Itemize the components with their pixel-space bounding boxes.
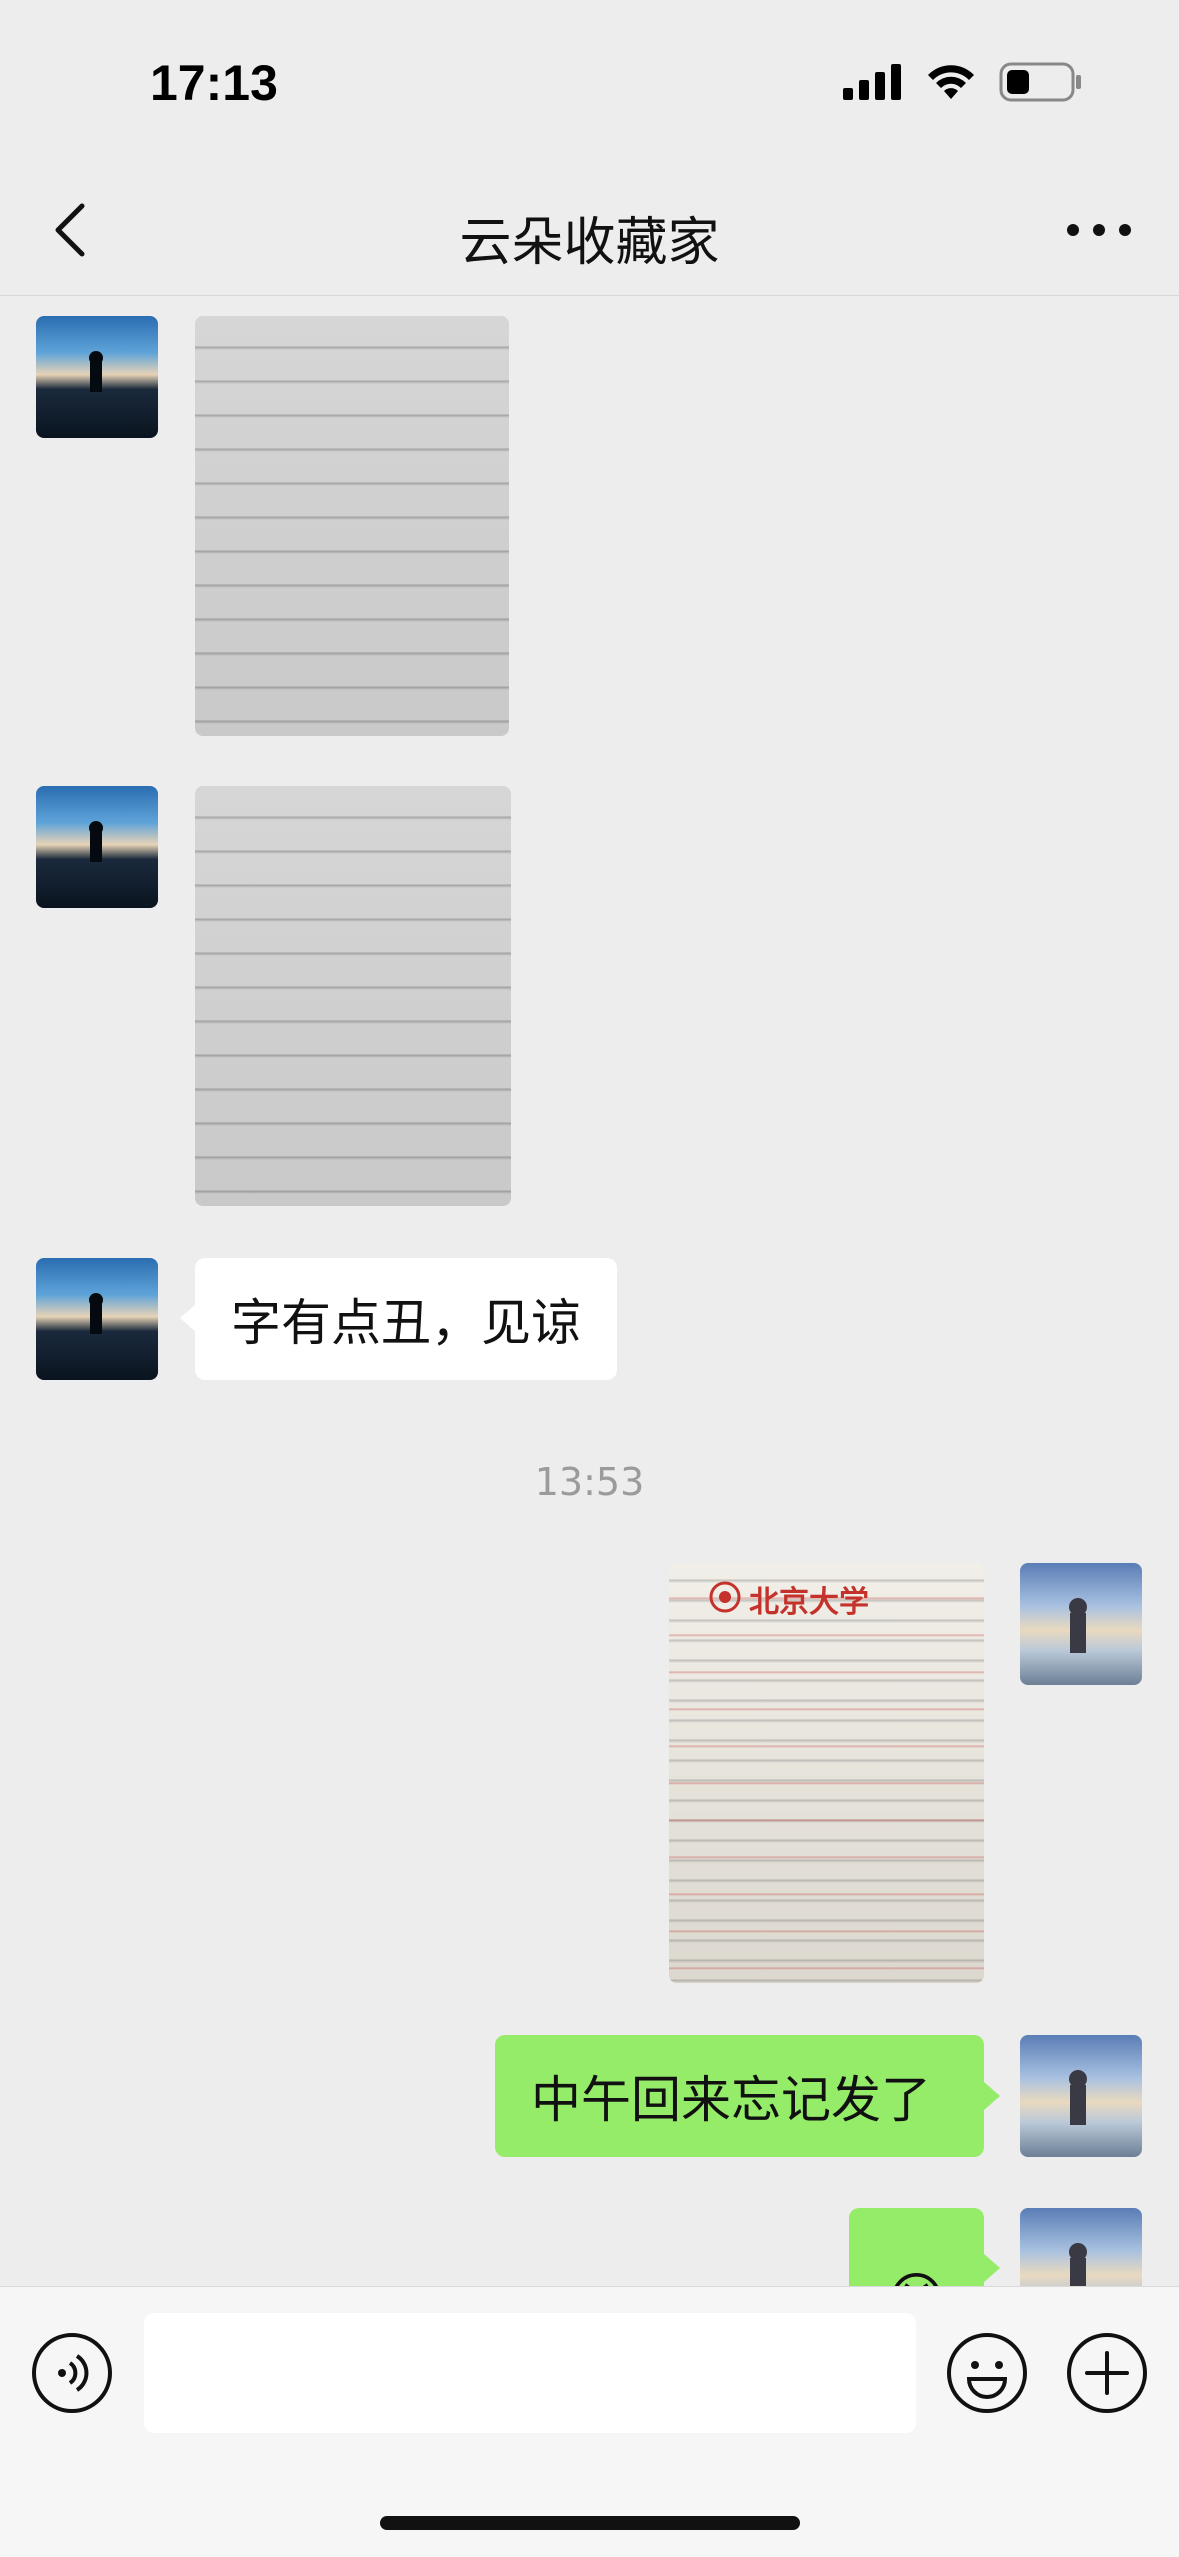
add-more-icon[interactable] — [1065, 2331, 1149, 2415]
voice-input-icon[interactable] — [30, 2331, 114, 2415]
emoji-button-icon[interactable] — [945, 2331, 1029, 2415]
text-message[interactable]: 中午回来忘记发了 — [495, 2035, 984, 2157]
university-seal-icon — [709, 1581, 741, 1613]
anime-figure-icon — [1069, 1598, 1087, 1653]
contact-avatar[interactable] — [36, 316, 158, 438]
bubble-tail — [984, 2254, 1000, 2282]
bubble-tail — [180, 1304, 196, 1332]
self-avatar[interactable] — [1020, 2208, 1142, 2286]
emoji-message[interactable]: 😭 — [849, 2208, 984, 2286]
status-icons — [843, 62, 1083, 102]
handwritten-notes-image — [195, 316, 509, 736]
crying-emoji-icon: 😭 — [884, 2267, 949, 2287]
message-text: 字有点丑，见谅 — [231, 1294, 581, 1352]
message-timestamp: 13:53 — [534, 1460, 645, 1504]
self-avatar[interactable] — [1020, 2035, 1142, 2157]
silhouette-icon — [89, 1293, 103, 1334]
handwritten-notes-image — [195, 786, 511, 1206]
cellular-signal-icon — [843, 64, 901, 100]
text-message[interactable]: 字有点丑，见谅 — [195, 1258, 617, 1380]
message-list[interactable]: 字有点丑，见谅 13:53 北京大学 中午回来忘记发了 😭 — [0, 296, 1179, 2286]
anime-figure-icon — [1069, 2243, 1087, 2286]
home-indicator — [380, 2516, 800, 2530]
silhouette-icon — [89, 351, 103, 392]
letterhead-text: 北京大学 — [749, 1585, 869, 1620]
battery-icon — [999, 62, 1081, 102]
message-text: 中午回来忘记发了 — [531, 2071, 931, 2129]
message-input[interactable] — [144, 2313, 916, 2433]
contact-avatar[interactable] — [36, 1258, 158, 1380]
image-message[interactable] — [195, 786, 511, 1206]
bubble-tail — [984, 2082, 1000, 2110]
self-avatar[interactable] — [1020, 1563, 1142, 1685]
image-message[interactable]: 北京大学 — [669, 1563, 984, 1983]
image-message[interactable] — [195, 316, 509, 736]
wifi-icon — [928, 65, 974, 99]
university-letter-image: 北京大学 — [669, 1563, 984, 1983]
status-time: 17:13 — [150, 55, 278, 111]
anime-figure-icon — [1069, 2070, 1087, 2125]
contact-avatar[interactable] — [36, 786, 158, 908]
chat-header: 云朵收藏家 — [0, 170, 1179, 296]
chat-title: 云朵收藏家 — [459, 213, 720, 273]
silhouette-icon — [89, 821, 103, 862]
status-bar: 17:13 — [0, 0, 1179, 170]
more-options-icon[interactable] — [1059, 210, 1139, 250]
